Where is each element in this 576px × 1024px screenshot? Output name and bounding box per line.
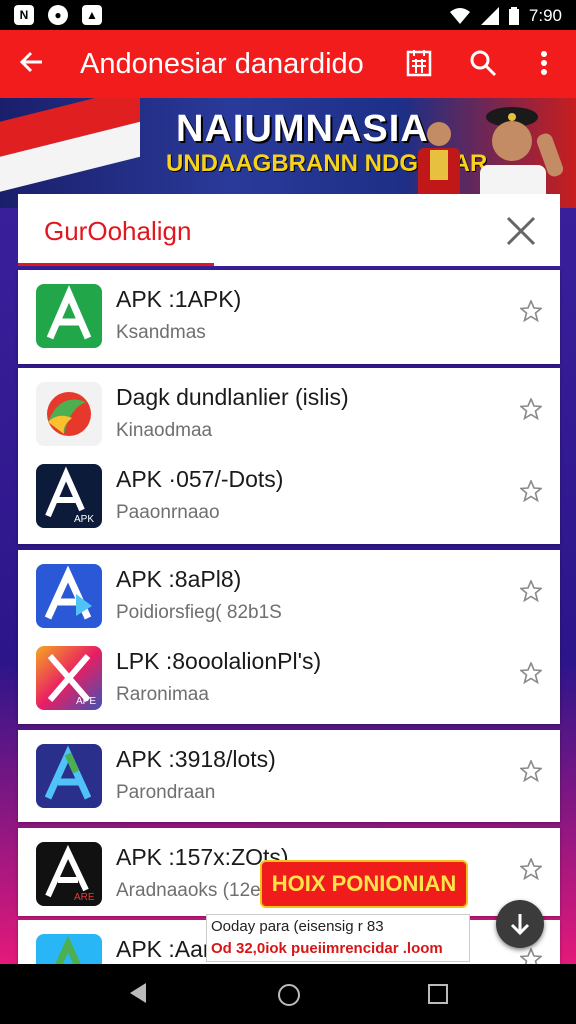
- apk-badge-text: ARE: [74, 892, 95, 903]
- app-card: APK :1APK) Ksandmas: [18, 270, 560, 364]
- app-title: APK :1APK): [116, 286, 242, 312]
- star-icon[interactable]: [520, 398, 542, 420]
- arrow-back-icon[interactable]: [18, 48, 46, 82]
- list-item[interactable]: APK :8aPl8) Poidiorsfieg( 82b1S: [18, 550, 560, 632]
- notification-n-icon: N: [14, 5, 34, 25]
- search-icon[interactable]: [468, 48, 498, 78]
- star-icon[interactable]: [520, 480, 542, 502]
- notification-image-icon: ▲: [82, 5, 102, 25]
- list-item[interactable]: Dagk dundlanlier (islis) Kinaodmaa: [18, 368, 560, 450]
- snackbar-line-1: Ooday para (eisensig r 83: [211, 918, 384, 935]
- blue-apk-icon: [36, 564, 102, 628]
- star-icon[interactable]: [520, 858, 542, 880]
- app-title: APK :8aPl8): [116, 566, 242, 592]
- star-icon[interactable]: [520, 760, 542, 782]
- back-triangle-icon[interactable]: [128, 982, 148, 1004]
- close-icon[interactable]: [504, 214, 538, 248]
- download-fab[interactable]: [496, 900, 544, 948]
- dialog-title: GurOohalign: [44, 216, 192, 246]
- dark-apk-icon: APK: [36, 464, 102, 528]
- app-subtitle: Poidiorsfieg( 82b1S: [116, 602, 282, 623]
- app-subtitle: Parondraan: [116, 782, 216, 803]
- partial-apk-icon: [36, 934, 102, 964]
- more-vert-icon[interactable]: [529, 48, 559, 78]
- wifi-icon: [449, 8, 470, 24]
- battery-icon: [508, 7, 519, 25]
- app-title: APK ·057/-Dots): [116, 466, 284, 492]
- snackbar[interactable]: Ooday para (eisensig r 83 Od 32,0iok pue…: [206, 914, 470, 962]
- banner-headline: NAIUMNASIA: [176, 108, 429, 150]
- promo-button[interactable]: HOIX PONIONIAN: [260, 860, 468, 908]
- app-card: APK :3918/lots) Parondraan: [18, 730, 560, 822]
- status-bar: N ● ▲ 7:90: [0, 0, 576, 30]
- apk-badge-text: APK: [74, 514, 94, 525]
- app-title: APK :3918/lots): [116, 746, 276, 772]
- app-subtitle: Kinaodmaa: [116, 420, 213, 441]
- list-item[interactable]: APK :1APK) Ksandmas: [18, 270, 560, 352]
- star-icon[interactable]: [520, 580, 542, 602]
- system-nav-bar: [0, 964, 576, 1024]
- dialog-header: GurOohalign: [18, 194, 560, 266]
- app-card: Dagk dundlanlier (islis) Kinaodmaa APK A…: [18, 368, 560, 544]
- promo-banner[interactable]: NAIUMNASIA UNDAAGBRANN NDGNDAR: [0, 98, 576, 208]
- calendar-icon[interactable]: [404, 48, 434, 78]
- app-title: LPK :8ooolalionPl's): [116, 648, 322, 674]
- green-apk-icon: [36, 284, 102, 348]
- star-icon[interactable]: [520, 662, 542, 684]
- status-time: 7:90: [528, 6, 562, 25]
- officer-illustration: [480, 107, 564, 208]
- signal-icon: [480, 7, 499, 25]
- navy-apk-icon: [36, 744, 102, 808]
- app-subtitle: Paaonrnaao: [116, 502, 220, 523]
- snackbar-line-2: Od 32,0iok pueiimrencidar .loom: [211, 940, 443, 957]
- app-bar: Andonesiar danardido: [0, 30, 576, 98]
- list-item[interactable]: APE LPK :8ooolalionPl's) Raronimaa: [18, 632, 560, 714]
- app-subtitle: Aradnaaoks (12e: [116, 880, 261, 901]
- app-title: Andonesiar danardido: [80, 48, 364, 80]
- app-subtitle: Raronimaa: [116, 684, 209, 705]
- app-title: APK :Aan: [116, 936, 216, 962]
- tab-indicator: [18, 263, 214, 266]
- home-circle-icon[interactable]: [278, 984, 300, 1006]
- list-item[interactable]: APK APK ·057/-Dots) Paaonrnaao: [18, 450, 560, 532]
- download-icon: [510, 914, 530, 936]
- flag-graphic: [0, 98, 140, 200]
- app-subtitle: Ksandmas: [116, 322, 206, 343]
- black-apk-icon: ARE: [36, 842, 102, 906]
- apk-badge-text: APE: [76, 696, 96, 707]
- notification-record-icon: ●: [48, 5, 68, 25]
- star-icon[interactable]: [520, 948, 542, 964]
- gradient-apk-icon: APE: [36, 646, 102, 710]
- app-card: APK :8aPl8) Poidiorsfieg( 82b1S APE LPK …: [18, 550, 560, 724]
- star-icon[interactable]: [520, 300, 542, 322]
- color-swirl-apk-icon: [36, 382, 102, 446]
- recents-square-icon[interactable]: [428, 984, 448, 1004]
- app-title: Dagk dundlanlier (islis): [116, 384, 349, 410]
- list-item[interactable]: APK :3918/lots) Parondraan: [18, 730, 560, 812]
